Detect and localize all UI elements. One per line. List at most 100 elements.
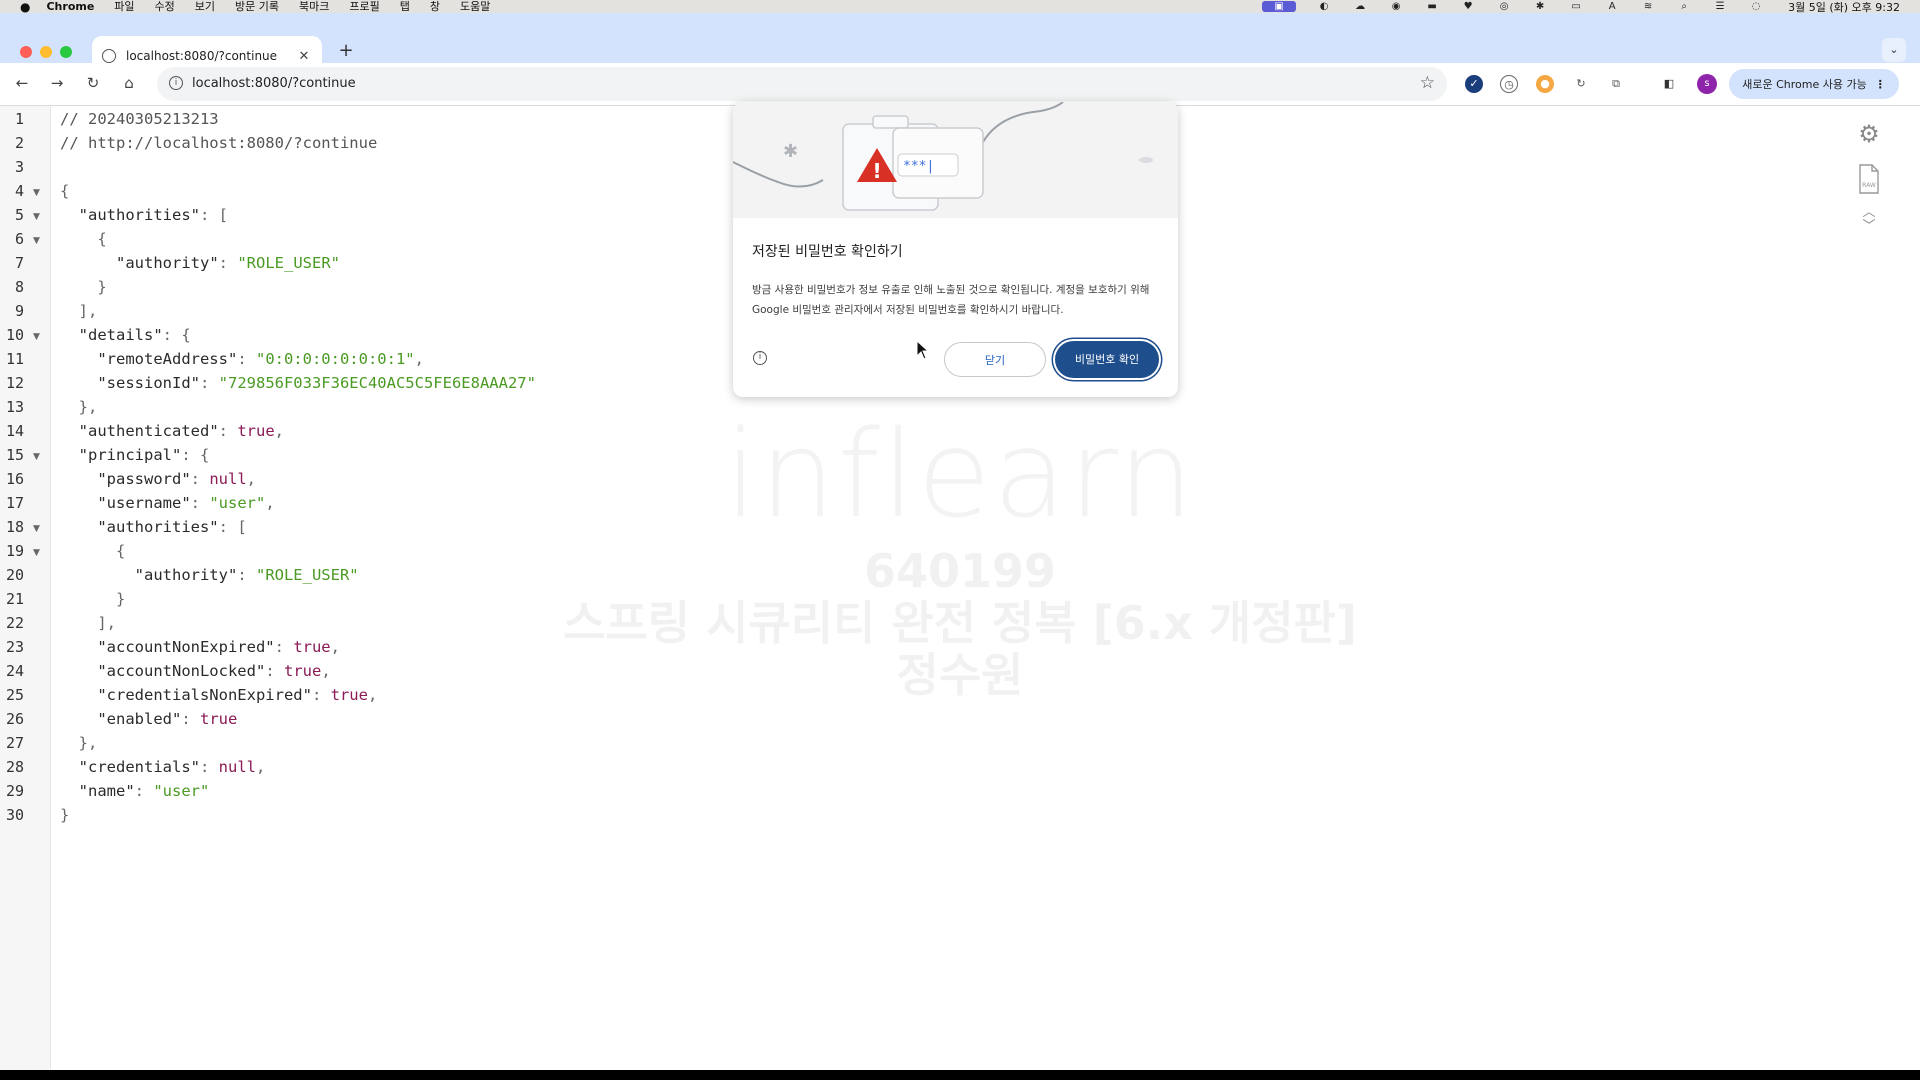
status-app-icon[interactable]: ◐ [1316,1,1332,12]
side-panel-icon[interactable]: ◧ [1660,75,1678,93]
extensions-puzzle-icon[interactable]: ⧉ [1607,75,1625,93]
menu-bookmarks[interactable]: 북마크 [299,0,329,13]
extension-refresh-icon[interactable]: ↻ [1572,75,1590,93]
bookmark-star-icon[interactable]: ☆ [1420,73,1435,93]
notification-icon[interactable]: ♥ [1460,1,1476,12]
line-number: 8 [14,278,24,296]
check-password-button[interactable]: 비밀번호 확인 [1055,341,1159,378]
json-boolean: true [200,710,238,728]
chrome-update-label: 새로운 Chrome 사용 가능 [1742,78,1867,91]
menu-edit[interactable]: 수정 [155,0,175,13]
chrome-update-button[interactable]: 새로운 Chrome 사용 가능 ⋮ [1729,69,1899,99]
json-boolean: true [330,686,368,704]
password-check-dialog: ✱ ***| ! 저장된 비밀번호 확인하기 방금 사용한 비밀번호가 정보 유… [733,102,1178,397]
line-number: 27 [5,734,24,752]
cloud-icon[interactable]: ☁ [1352,1,1368,12]
chat-icon[interactable]: ▬ [1424,1,1440,12]
code-line: "authority": "ROLE_USER" [116,254,340,272]
home-icon[interactable]: ⌂ [117,71,141,95]
status-circle-icon[interactable]: ◉ [1388,1,1404,12]
json-key: "accountNonExpired" [97,638,275,656]
line-number: 4 [14,182,24,200]
menu-view[interactable]: 보기 [195,0,215,13]
wifi-icon[interactable]: ≋ [1640,1,1656,12]
menu-profiles[interactable]: 프로필 [349,0,379,13]
json-key: "sessionId" [97,374,200,392]
spotlight-search-icon[interactable]: ⌕ [1676,1,1692,12]
json-string: "0:0:0:0:0:0:0:1" [255,350,415,368]
json-string: "ROLE_USER" [237,254,340,272]
browser-toolbar: ← → ↻ ⌂ i localhost:8080/?continue ☆ ✓ ◷… [0,63,1920,106]
screen-bottom-edge [0,1070,1920,1080]
control-center-icon[interactable]: ☰ [1712,1,1728,12]
code-line: "credentials": null, [78,758,266,776]
window-close-icon[interactable] [20,46,32,58]
info-icon[interactable]: i [753,351,767,365]
settings-gear-icon[interactable]: ⚙ [1856,120,1882,148]
globe-icon [102,49,116,63]
extension-check-icon[interactable]: ✓ [1465,75,1483,93]
fold-toggle-icon[interactable]: ▼ [33,188,40,198]
json-boolean: true [283,662,322,680]
input-source-icon[interactable]: A [1604,1,1620,12]
site-info-icon[interactable]: i [169,76,183,90]
address-url[interactable]: localhost:8080/?continue [192,76,356,91]
fold-toggle-icon[interactable]: ▼ [33,236,40,246]
line-number: 13 [5,398,24,416]
line-number: 24 [5,662,24,680]
address-bar[interactable]: i localhost:8080/?continue ☆ [157,67,1447,101]
collapse-expand-chevrons-icon[interactable]: ︿ ﹀ [1856,206,1882,234]
tab-strip: localhost:8080/?continue ✕ + ⌄ [0,13,1920,76]
window-minimize-icon[interactable] [40,46,52,58]
json-key: "authenticated" [78,422,219,440]
siri-icon[interactable]: ◌ [1748,1,1764,12]
bluetooth-icon[interactable]: ✱ [1532,1,1548,12]
json-key: "enabled" [97,710,182,728]
forward-arrow-icon[interactable]: → [45,71,69,95]
window-zoom-icon[interactable] [60,46,72,58]
fold-toggle-icon[interactable]: ▼ [33,452,40,462]
line-number: 25 [5,686,24,704]
code-line: ], [60,302,98,320]
more-menu-icon[interactable]: ⋮ [1875,78,1886,91]
mac-menu-bar: ● Chrome 파일 수정 보기 방문 기록 북마크 프로필 탭 창 도움말 … [0,0,1920,14]
code-line: "details": { [78,326,191,344]
menu-tab[interactable]: 탭 [400,0,410,13]
airdrop-icon[interactable]: ◎ [1496,1,1512,12]
watermark-logo: inflearn [724,406,1196,545]
tab-close-icon[interactable]: ✕ [294,49,314,64]
code-line: "accountNonExpired": true, [97,638,340,656]
fold-toggle-icon[interactable]: ▼ [33,548,40,558]
code-line: }, [60,398,98,416]
extension-clock-icon[interactable]: ◷ [1500,75,1518,93]
json-key: "remoteAddress" [97,350,238,368]
json-key: "authorities" [78,206,200,224]
raw-view-icon[interactable]: RAW [1856,164,1882,198]
menu-app-name[interactable]: Chrome [46,0,94,13]
menu-window[interactable]: 창 [430,0,440,13]
line-number: 22 [5,614,24,632]
back-arrow-icon[interactable]: ← [10,71,34,95]
apple-icon[interactable]: ● [20,0,30,14]
fold-toggle-icon[interactable]: ▼ [33,212,40,222]
svg-text:✱: ✱ [783,141,798,162]
new-tab-button[interactable]: + [334,40,358,61]
close-button[interactable]: 닫기 [944,342,1046,377]
json-key: "name" [78,782,135,800]
profile-avatar[interactable]: s [1697,74,1717,94]
screen-share-icon[interactable]: ▣ [1262,1,1297,12]
battery-icon[interactable]: ▭ [1568,1,1584,12]
dialog-illustration: ✱ ***| ! [733,102,1178,218]
json-null: null [218,758,256,776]
fold-toggle-icon[interactable]: ▼ [33,332,40,342]
json-key: "details" [78,326,163,344]
menu-help[interactable]: 도움말 [460,0,490,13]
reload-icon[interactable]: ↻ [81,71,105,95]
code-line: "authority": "ROLE_USER" [134,566,359,584]
tab-search-chevron-icon[interactable]: ⌄ [1882,38,1906,62]
menu-history[interactable]: 방문 기록 [235,0,279,13]
fold-toggle-icon[interactable]: ▼ [33,524,40,534]
code-line: "sessionId": "729856F033F36EC40AC5C5FE6E… [97,374,536,392]
menu-file[interactable]: 파일 [114,0,134,13]
extension-cookie-icon[interactable]: ● [1536,75,1554,93]
